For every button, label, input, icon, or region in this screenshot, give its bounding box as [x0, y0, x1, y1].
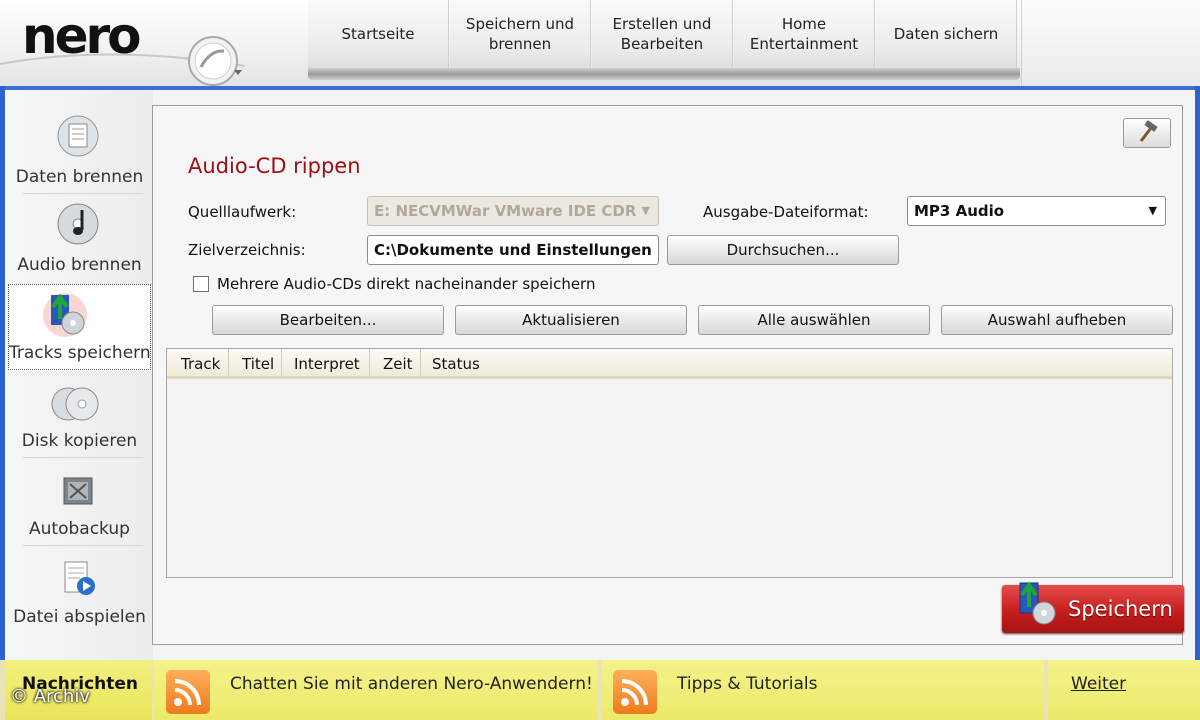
output-format-value: MP3 Audio: [914, 202, 1005, 220]
target-dir-label: Zielverzeichnis:: [188, 241, 306, 259]
tab-daten-sichern[interactable]: Daten sichern: [876, 0, 1017, 68]
source-drive-label: Quelllaufwerk:: [188, 203, 297, 221]
sidebar-item-disk-kopieren[interactable]: Disk kopieren: [8, 374, 151, 460]
source-drive-value: E: NECVMWar VMware IDE CDR: [374, 202, 637, 220]
sidebar-item-label: Tracks speichern: [9, 343, 151, 363]
nero-menu-orb-button[interactable]: [186, 34, 244, 92]
chevron-down-icon: ▼: [641, 204, 650, 217]
multi-cd-label: Mehrere Audio-CDs direkt nacheinander sp…: [217, 275, 596, 293]
more-link[interactable]: Weiter: [1071, 674, 1126, 694]
frame-border-top: [0, 86, 1200, 90]
tab-erstellen-bearbeiten[interactable]: Erstellen und Bearbeiten: [592, 0, 733, 68]
sidebar-separator: [23, 457, 143, 458]
source-drive-select[interactable]: E: NECVMWar VMware IDE CDR ▼: [367, 196, 659, 226]
sidebar-item-audio-brennen[interactable]: Audio brennen: [8, 196, 151, 282]
tab-home-entertainment[interactable]: Home Entertainment: [734, 0, 875, 68]
app-header: nero Startseite Speichern und brennen Er…: [0, 0, 1200, 86]
frame-border-right: [1195, 86, 1200, 660]
data-disc-icon: [57, 115, 99, 157]
copyright-watermark: © Archiv: [10, 686, 90, 707]
copy-disc-icon: [51, 387, 99, 421]
sidebar-separator: [23, 193, 143, 194]
news-item-tips[interactable]: Tipps & Tutorials: [601, 660, 1044, 720]
deselect-button[interactable]: Auswahl aufheben: [941, 305, 1173, 335]
page-title: Audio-CD rippen: [188, 154, 361, 178]
refresh-button[interactable]: Aktualisieren: [455, 305, 687, 335]
sidebar-item-label: Disk kopieren: [21, 431, 138, 451]
news-bar: Nachrichten Chatten Sie mit anderen Nero…: [0, 660, 1200, 720]
music-disc-icon: [57, 203, 99, 245]
sidebar-item-label: Datei abspielen: [13, 607, 146, 627]
track-table-header: Track Titel Interpret Zeit Status: [167, 349, 1172, 379]
column-time[interactable]: Zeit: [383, 349, 421, 376]
news-item-chat[interactable]: Chatten Sie mit anderen Nero-Anwendern!: [154, 660, 597, 720]
column-status[interactable]: Status: [432, 349, 512, 376]
track-table[interactable]: Track Titel Interpret Zeit Status: [166, 348, 1173, 578]
sidebar-item-tracks-speichern[interactable]: Tracks speichern: [8, 284, 151, 370]
sidebar-item-label: Daten brennen: [15, 167, 144, 187]
backup-icon: [63, 477, 93, 505]
sidebar-item-label: Autobackup: [29, 519, 130, 539]
target-dir-input[interactable]: C:\Dokumente und Einstellungen: [367, 235, 659, 265]
play-file-icon: [64, 561, 95, 595]
select-all-button[interactable]: Alle auswählen: [698, 305, 930, 335]
nav-bar-divider: [308, 68, 1020, 80]
sidebar-item-datei-abspielen[interactable]: Datei abspielen: [8, 550, 151, 636]
save-button[interactable]: Speichern: [1002, 581, 1184, 633]
edit-button[interactable]: Bearbeiten...: [212, 305, 444, 335]
sidebar: Daten brennen Audio brennen Tracks speic…: [5, 90, 153, 660]
rss-icon: [166, 670, 210, 714]
output-format-label: Ausgabe-Dateiformat:: [703, 203, 869, 221]
browse-button[interactable]: Durchsuchen...: [667, 235, 899, 265]
output-format-select[interactable]: MP3 Audio ▼: [907, 196, 1166, 226]
tab-speichern-brennen[interactable]: Speichern und brennen: [450, 0, 591, 68]
rss-icon: [613, 670, 657, 714]
sidebar-item-autobackup[interactable]: Autobackup: [8, 462, 151, 548]
column-title[interactable]: Titel: [242, 349, 282, 376]
multi-cd-checkbox[interactable]: [193, 276, 209, 292]
news-item-text[interactable]: Chatten Sie mit anderen Nero-Anwendern!: [230, 674, 593, 694]
tab-startseite[interactable]: Startseite: [308, 0, 449, 68]
sidebar-item-label: Audio brennen: [17, 255, 142, 275]
save-button-label: Speichern: [1068, 597, 1173, 621]
header-right-area: [1021, 0, 1200, 86]
sidebar-item-daten-brennen[interactable]: Daten brennen: [8, 108, 151, 194]
news-item-text[interactable]: Tipps & Tutorials: [677, 674, 817, 694]
rip-tracks-icon: [43, 293, 87, 337]
column-track[interactable]: Track: [181, 349, 229, 376]
main-panel: Audio-CD rippen Quelllaufwerk: E: NECVMW…: [152, 105, 1183, 645]
chevron-down-icon: ▼: [1148, 204, 1157, 217]
settings-tool-button[interactable]: [1123, 118, 1171, 148]
column-interpret[interactable]: Interpret: [294, 349, 370, 376]
hammer-icon: [1139, 120, 1158, 142]
sidebar-separator: [23, 545, 143, 546]
rip-tracks-icon: [1019, 581, 1056, 625]
